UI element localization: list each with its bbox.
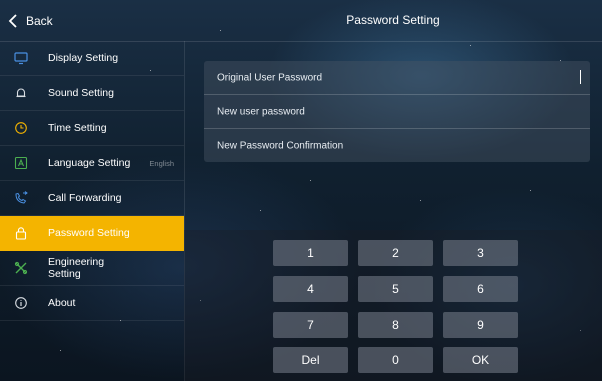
monitor-icon xyxy=(14,51,28,65)
sidebar-item-language[interactable]: Language Setting English xyxy=(0,146,184,181)
clock-icon xyxy=(14,121,28,135)
text-cursor xyxy=(580,70,581,84)
new-password-field[interactable]: New user password xyxy=(204,95,590,129)
key-9[interactable]: 9 xyxy=(443,312,518,338)
key-8[interactable]: 8 xyxy=(358,312,433,338)
password-form: Original User Password New user password… xyxy=(204,61,590,162)
key-3[interactable]: 3 xyxy=(443,240,518,266)
language-icon xyxy=(14,156,28,170)
lock-icon xyxy=(14,226,28,240)
sidebar-item-label: Call Forwarding xyxy=(48,192,122,204)
sidebar-item-engineering[interactable]: Engineering Setting xyxy=(0,251,184,286)
sidebar: Display Setting Sound Setting Time Setti… xyxy=(0,41,185,381)
sidebar-item-about[interactable]: About xyxy=(0,286,184,321)
sidebar-item-call-forwarding[interactable]: Call Forwarding xyxy=(0,181,184,216)
sidebar-item-label: Time Setting xyxy=(48,122,107,134)
original-password-field[interactable]: Original User Password xyxy=(204,61,590,95)
ok-button[interactable]: OK xyxy=(443,347,518,373)
top-bar: Back Password Setting xyxy=(0,0,602,42)
sidebar-item-label: Sound Setting xyxy=(48,87,114,99)
sidebar-item-sound[interactable]: Sound Setting xyxy=(0,76,184,111)
sidebar-item-label: Display Setting xyxy=(48,52,119,64)
back-label: Back xyxy=(26,14,53,28)
call-forward-icon xyxy=(14,191,28,205)
sidebar-item-label: About xyxy=(48,297,76,309)
new-password-placeholder: New user password xyxy=(217,106,305,117)
sidebar-item-password[interactable]: Password Setting xyxy=(0,216,184,251)
sidebar-item-label: Engineering Setting xyxy=(48,256,105,280)
sidebar-item-display[interactable]: Display Setting xyxy=(0,41,184,76)
page-title: Password Setting xyxy=(346,13,440,27)
sidebar-item-time[interactable]: Time Setting xyxy=(0,111,184,146)
original-password-placeholder: Original User Password xyxy=(217,72,323,83)
delete-button[interactable]: Del xyxy=(273,347,348,373)
key-5[interactable]: 5 xyxy=(358,276,433,302)
confirm-password-field[interactable]: New Password Confirmation xyxy=(204,129,590,162)
sidebar-item-label: Language Setting xyxy=(48,157,131,169)
key-7[interactable]: 7 xyxy=(273,312,348,338)
key-6[interactable]: 6 xyxy=(443,276,518,302)
chevron-left-icon xyxy=(8,14,17,28)
key-1[interactable]: 1 xyxy=(273,240,348,266)
back-button[interactable]: Back xyxy=(8,10,53,32)
info-icon xyxy=(14,296,28,310)
key-4[interactable]: 4 xyxy=(273,276,348,302)
sidebar-item-label: Password Setting xyxy=(48,227,130,239)
current-language-value: English xyxy=(149,158,174,168)
confirm-password-placeholder: New Password Confirmation xyxy=(217,140,344,151)
numeric-keypad: 1 2 3 4 5 6 7 8 9 Del 0 OK xyxy=(184,230,602,381)
key-2[interactable]: 2 xyxy=(358,240,433,266)
key-0[interactable]: 0 xyxy=(358,347,433,373)
bell-icon xyxy=(14,86,28,100)
tools-icon xyxy=(14,261,28,275)
